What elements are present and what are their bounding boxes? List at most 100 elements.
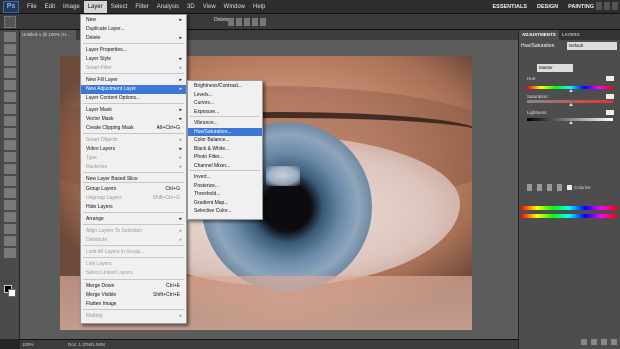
menu-item-delete[interactable]: Delete ▸ [81, 34, 186, 43]
type-tool-icon[interactable] [3, 200, 16, 210]
menu-file[interactable]: File [23, 1, 41, 13]
menu-item-group-layers[interactable]: Group Layers Ctrl+G [81, 185, 186, 194]
submenu-item-invert[interactable]: Invert... [188, 173, 262, 182]
options-icons[interactable] [228, 18, 268, 26]
lightness-slider-knob[interactable] [569, 121, 573, 124]
menu-item-merge-visible[interactable]: Merge Visible Shift+Ctrl+E [81, 291, 186, 300]
menu-item-layer-mask[interactable]: Layer Mask ▸ [81, 106, 186, 115]
submenu-item-hue-saturation[interactable]: Hue/Saturation... [188, 127, 262, 136]
dodge-tool-icon[interactable] [3, 176, 16, 186]
zoom-tool-icon[interactable] [3, 248, 16, 258]
tab-layers[interactable]: LAYERS [559, 30, 583, 40]
history-brush-icon[interactable] [3, 140, 16, 150]
brush-tool-icon[interactable] [3, 116, 16, 126]
document-tab[interactable]: Untitled-1 @ 100% (H... [20, 30, 76, 40]
menu-window[interactable]: Window [220, 1, 249, 13]
menu-item-new[interactable]: New ▸ [81, 16, 186, 25]
submenu-item-photo-filter[interactable]: Photo Filter... [188, 153, 262, 162]
lightness-value-field[interactable] [606, 110, 614, 115]
submenu-item-selective-color[interactable]: Selective Color... [188, 207, 262, 216]
back-icon[interactable] [581, 339, 587, 345]
stamp-tool-icon[interactable] [3, 128, 16, 138]
shape-tool-icon[interactable] [3, 224, 16, 234]
saturation-value-field[interactable] [606, 94, 614, 99]
menu-item-merge-down[interactable]: Merge Down Ctrl+E [81, 282, 186, 291]
workspace-painting[interactable]: PAINTING [568, 4, 594, 10]
submenu-item-gradient-map[interactable]: Gradient Map... [188, 199, 262, 208]
eraser-tool-icon[interactable] [3, 152, 16, 162]
eyedropper-plus-icon[interactable] [547, 184, 552, 191]
eyedropper-minus-icon[interactable] [557, 184, 562, 191]
trash-icon[interactable] [611, 339, 617, 345]
hue-value-field[interactable] [606, 76, 614, 81]
menu-item-hide-layers[interactable]: Hide Layers [81, 203, 186, 212]
healing-tool-icon[interactable] [3, 104, 16, 114]
submenu-item-channel-mixer[interactable]: Channel Mixer... [188, 162, 262, 171]
menu-item-vector-mask[interactable]: Vector Mask ▸ [81, 115, 186, 124]
submenu-item-color-balance[interactable]: Color Balance... [188, 136, 262, 145]
channel-select[interactable]: Master [537, 64, 573, 72]
preset-row: Hue/Saturation Default [521, 42, 619, 51]
eyedropper-tool-icon[interactable] [3, 92, 16, 102]
menu-item-flatten-image[interactable]: Flatten Image [81, 300, 186, 309]
submenu-item-posterize[interactable]: Posterize... [188, 182, 262, 191]
tool-preset-icon[interactable] [4, 16, 16, 28]
menu-edit[interactable]: Edit [41, 1, 59, 13]
zoom-level[interactable]: 100% [22, 342, 34, 347]
pen-tool-icon[interactable] [3, 188, 16, 198]
menu-select[interactable]: Select [107, 1, 132, 13]
move-tool-icon[interactable] [3, 32, 16, 42]
menu-item-arrange[interactable]: Arrange ▸ [81, 215, 186, 224]
menu-item-create-clipping-mask[interactable]: Create Clipping Mask Alt+Ctrl+G [81, 124, 186, 133]
colorize-checkbox[interactable] [567, 185, 572, 190]
menu-item-new-layer-based-slice[interactable]: New Layer Based Slice [81, 175, 186, 184]
submenu-item-brightness-contrast[interactable]: Brightness/Contrast... [188, 82, 262, 91]
eyedropper-icon[interactable] [537, 184, 542, 191]
menu-item-layer-properties[interactable]: Layer Properties... [81, 46, 186, 55]
panel-title: Hue/Saturation [521, 43, 555, 49]
menu-layer[interactable]: Layer [83, 0, 107, 13]
menu-help[interactable]: Help [249, 1, 269, 13]
reset-icon[interactable] [601, 339, 607, 345]
workspace-essentials[interactable]: ESSENTIALS [492, 4, 527, 10]
background-color-swatch[interactable] [8, 289, 16, 297]
marquee-tool-icon[interactable] [3, 44, 16, 54]
close-icon[interactable] [612, 2, 618, 10]
submenu-item-curves[interactable]: Curves... [188, 99, 262, 108]
hand-tool-icon[interactable] [3, 236, 16, 246]
preset-select[interactable]: Default [567, 42, 617, 50]
menu-item-duplicate-layer[interactable]: Duplicate Layer... [81, 25, 186, 34]
visibility-icon[interactable] [591, 339, 597, 345]
lasso-tool-icon[interactable] [3, 56, 16, 66]
saturation-slider-knob[interactable] [569, 103, 573, 106]
maximize-icon[interactable] [604, 2, 610, 10]
minimize-icon[interactable] [596, 2, 602, 10]
menu-separator [83, 172, 184, 173]
path-select-tool-icon[interactable] [3, 212, 16, 222]
menu-item-layer-content-options[interactable]: Layer Content Options... [81, 94, 186, 103]
menu-item-layer-style[interactable]: Layer Style ▸ [81, 55, 186, 64]
menu-item-new-fill-layer[interactable]: New Fill Layer ▸ [81, 76, 186, 85]
submenu-item-threshold[interactable]: Threshold... [188, 190, 262, 199]
submenu-arrow-icon: ▸ [179, 216, 182, 222]
crop-tool-icon[interactable] [3, 80, 16, 90]
menu-filter[interactable]: Filter [131, 1, 152, 13]
gradient-tool-icon[interactable] [3, 164, 16, 174]
menu-image[interactable]: Image [59, 1, 84, 13]
quick-select-tool-icon[interactable] [3, 68, 16, 78]
hand-adjust-icon[interactable] [527, 184, 532, 191]
submenu-item-exposure[interactable]: Exposure... [188, 108, 262, 117]
tab-adjustments[interactable]: ADJUSTMENTS [519, 30, 559, 40]
submenu-item-levels[interactable]: Levels... [188, 91, 262, 100]
menu-item-new-adjustment-layer[interactable]: New Adjustment Layer ▸ [81, 85, 186, 94]
hue-slider-knob[interactable] [569, 89, 573, 92]
menu-analysis[interactable]: Analysis [153, 1, 183, 13]
colorize-option[interactable]: Colorize [567, 185, 591, 190]
menu-3d[interactable]: 3D [183, 1, 199, 13]
menu-view[interactable]: View [199, 1, 220, 13]
submenu-item-black-white[interactable]: Black & White... [188, 145, 262, 154]
submenu-item-vibrance[interactable]: Vibrance... [188, 119, 262, 128]
delete-button[interactable]: Delete [214, 17, 228, 23]
workspace-design[interactable]: DESIGN [537, 4, 558, 10]
menu-item-video-layers[interactable]: Video Layers ▸ [81, 145, 186, 154]
